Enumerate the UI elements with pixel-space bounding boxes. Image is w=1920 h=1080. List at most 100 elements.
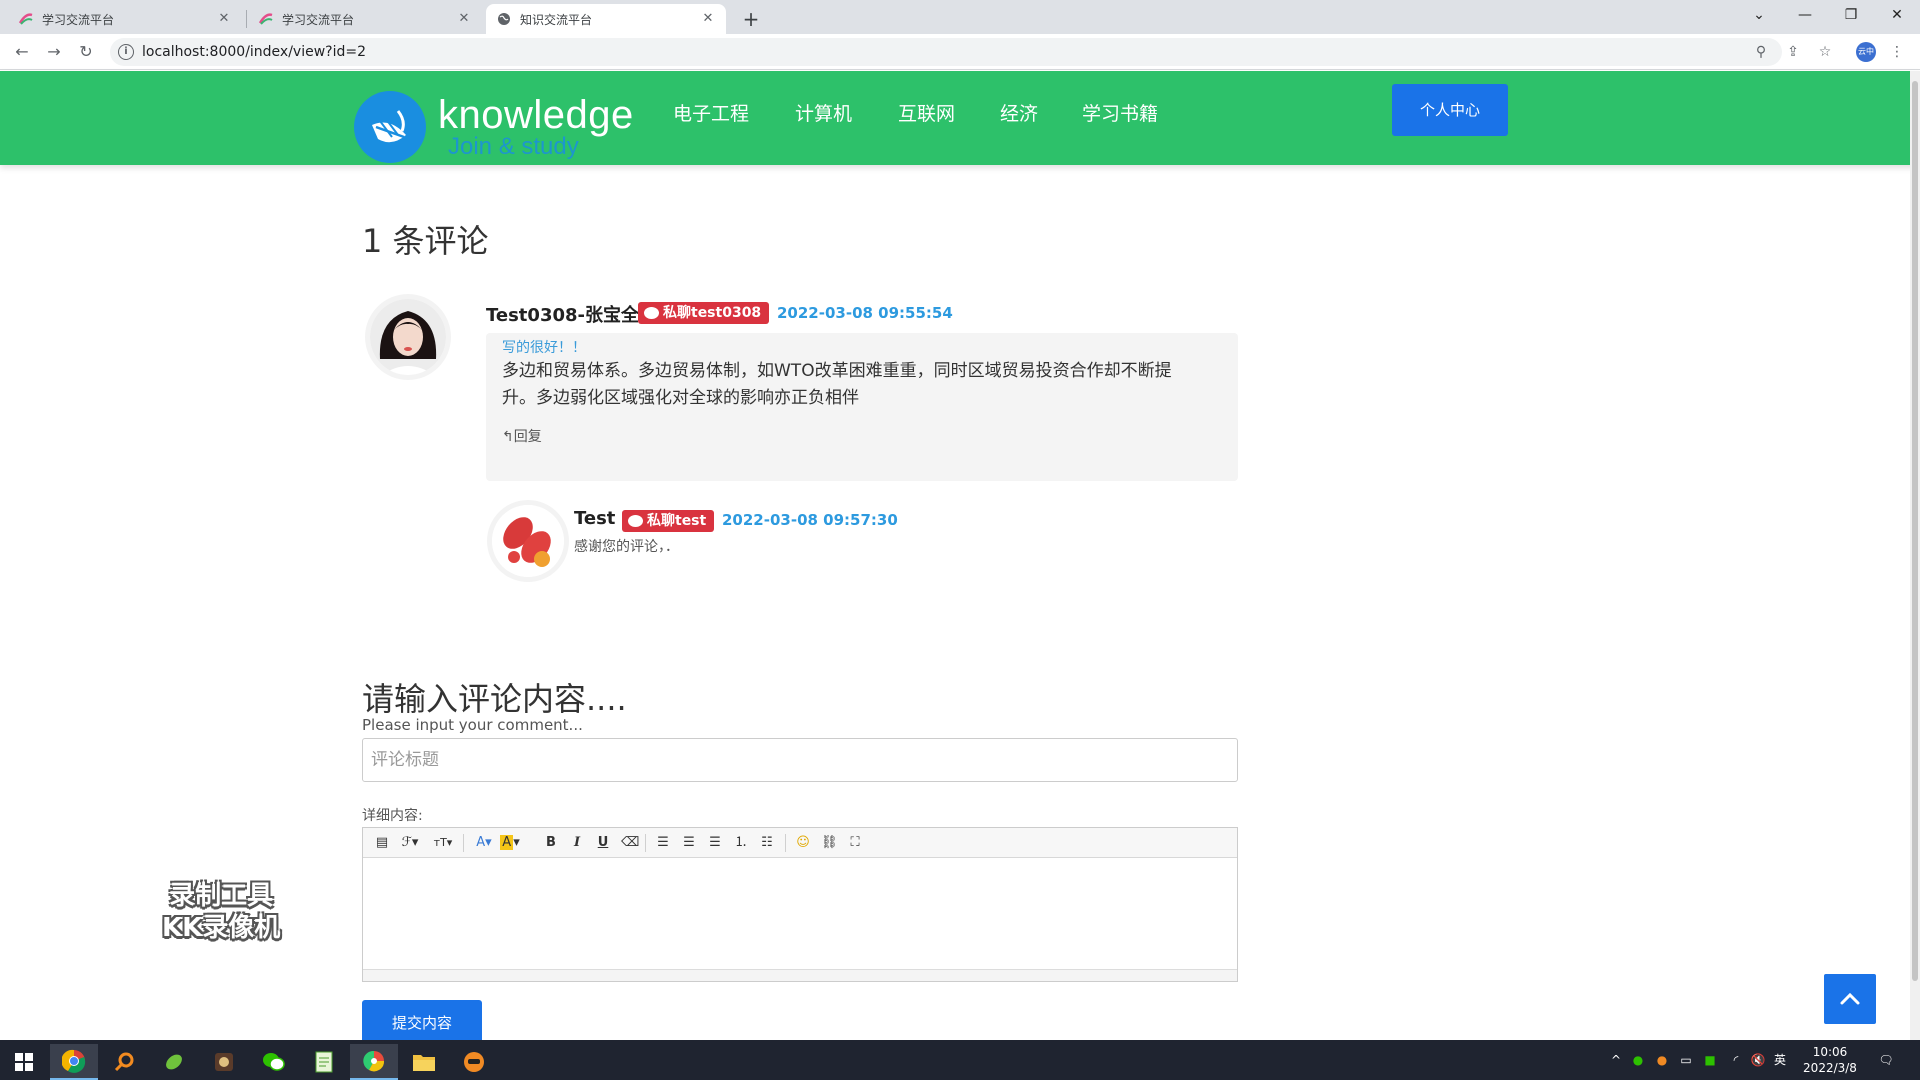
reply-button[interactable]: ↰回复: [502, 426, 542, 446]
scrollbar-thumb[interactable]: [1912, 81, 1918, 981]
browser-tabstrip: 学习交流平台 ✕ 学习交流平台 ✕ 知识交流平台 ✕ + ⌄ — ❐ ✕: [0, 0, 1920, 34]
tab-title: 学习交流平台: [282, 12, 355, 27]
close-icon[interactable]: ✕: [700, 11, 716, 27]
editor-resize-handle[interactable]: [363, 969, 1237, 981]
rich-text-editor: ▤ ℱ▾ тT▾ A▾ A ▾ B I U ⌫ ☰ ☰ ☰ ⒈ ☷ ☺ ⛓ ⛶: [362, 827, 1238, 982]
user-center-button[interactable]: 个人中心: [1392, 84, 1508, 136]
address-bar[interactable]: i localhost:8000/index/view?id=2: [110, 38, 1782, 66]
nav-item-internet[interactable]: 互联网: [898, 99, 955, 126]
comment-title: 写的很好！！: [502, 340, 586, 356]
system-clock[interactable]: 10:06 2022/3/8: [1796, 1044, 1864, 1076]
fullscreen-icon[interactable]: ⛶: [847, 833, 863, 853]
file-explorer-taskbar-icon[interactable]: [400, 1044, 448, 1080]
align-left-icon[interactable]: ☰: [655, 833, 671, 853]
reply-timestamp: 2022-03-08 09:57:30: [722, 511, 898, 529]
comment-body: 多边和贸易体系。多边贸易体制，如WTO改革困难重重，同时区域贸易投资合作却不断提…: [502, 361, 1172, 408]
comments-count-heading: 1 条评论: [362, 222, 489, 260]
logo-subtext: Join & study: [448, 133, 579, 160]
minimize-button[interactable]: —: [1782, 0, 1828, 30]
highlight-color-icon[interactable]: A ▾: [499, 833, 521, 853]
tray-wechat-icon[interactable]: ●: [1630, 1052, 1646, 1068]
avatar[interactable]: [370, 299, 446, 375]
unordered-list-icon[interactable]: ☷: [759, 833, 775, 853]
tray-app-icon[interactable]: ■: [1702, 1052, 1718, 1068]
reply-author: Test: [574, 508, 616, 529]
clock-time: 10:06: [1812, 1045, 1848, 1059]
private-message-button[interactable]: 私聊test0308: [638, 302, 770, 324]
restore-button[interactable]: ❐: [1828, 0, 1874, 30]
reply-body: 感谢您的评论，．: [574, 539, 679, 555]
eraser-icon[interactable]: ⌫: [621, 833, 639, 853]
back-arrow-icon[interactable]: ←: [10, 40, 34, 64]
new-tab-button[interactable]: +: [738, 6, 764, 32]
logo-text[interactable]: knowledge: [438, 93, 634, 138]
browser-tab-3-active[interactable]: 知识交流平台 ✕: [486, 4, 726, 34]
globe-icon: [496, 11, 512, 27]
notepad-taskbar-icon[interactable]: [300, 1044, 348, 1080]
bold-icon[interactable]: B: [543, 833, 559, 853]
recorder-taskbar-icon[interactable]: [450, 1044, 498, 1080]
close-window-button[interactable]: ✕: [1874, 0, 1920, 30]
nav-item-electronic-engineering[interactable]: 电子工程: [673, 99, 749, 126]
reply-arrow-icon: ↰: [502, 429, 514, 445]
private-message-label: 私聊test0308: [663, 305, 762, 321]
tab-search-icon[interactable]: ⌄: [1736, 0, 1782, 30]
font-family-icon[interactable]: ℱ▾: [399, 833, 421, 853]
comment-title-input[interactable]: [362, 738, 1238, 782]
app-game-taskbar-icon[interactable]: [200, 1044, 248, 1080]
back-to-top-button[interactable]: [1824, 974, 1876, 1024]
logo-leaf-icon[interactable]: [354, 91, 426, 163]
source-code-icon[interactable]: ▤: [373, 833, 391, 853]
private-message-button[interactable]: 私聊test: [622, 510, 715, 532]
browser-tab-2[interactable]: 学习交流平台 ✕: [248, 4, 482, 34]
app-colorwheel-taskbar-icon[interactable]: [350, 1044, 398, 1080]
font-size-icon[interactable]: тT▾: [431, 833, 455, 853]
chrome-taskbar-icon[interactable]: [50, 1044, 98, 1080]
tab-title: 学习交流平台: [42, 12, 115, 27]
windows-taskbar: ^ ● ● ▭ ■ ◜ 🔇 英 10:06 2022/3/8 🗨: [0, 1040, 1920, 1080]
close-icon[interactable]: ✕: [456, 11, 472, 27]
url-text[interactable]: localhost:8000/index/view?id=2: [142, 44, 366, 60]
emoji-icon[interactable]: ☺: [795, 833, 811, 853]
info-icon[interactable]: i: [118, 44, 134, 60]
windows-start-icon[interactable]: [0, 1044, 48, 1080]
page-scrollbar[interactable]: [1910, 71, 1920, 1040]
nav-item-economy[interactable]: 经济: [1000, 99, 1038, 126]
app-leaf-taskbar-icon[interactable]: [150, 1044, 198, 1080]
volume-muted-icon[interactable]: 🔇: [1750, 1052, 1766, 1068]
menu-dots-icon[interactable]: ⋮: [1886, 41, 1908, 63]
zoom-icon[interactable]: ⚲: [1750, 41, 1772, 63]
tray-expand-icon[interactable]: ^: [1608, 1052, 1624, 1068]
site-favicon-icon: [258, 11, 274, 27]
align-center-icon[interactable]: ☰: [681, 833, 697, 853]
bookmark-star-icon[interactable]: ☆: [1814, 41, 1836, 63]
share-icon[interactable]: ⇪: [1782, 41, 1804, 63]
ordered-list-icon[interactable]: ⒈: [733, 833, 749, 853]
nav-item-computer[interactable]: 计算机: [795, 99, 852, 126]
search-taskbar-icon[interactable]: [100, 1044, 148, 1080]
editor-content-area[interactable]: [363, 858, 1237, 970]
underline-icon[interactable]: U: [595, 833, 611, 853]
private-message-label: 私聊test: [647, 513, 707, 529]
browser-tab-1[interactable]: 学习交流平台 ✕: [8, 4, 242, 34]
link-icon[interactable]: ⛓: [821, 833, 838, 853]
tray-device-icon[interactable]: ▭: [1678, 1052, 1694, 1068]
nav-item-study-books[interactable]: 学习书籍: [1082, 99, 1158, 126]
forward-arrow-icon[interactable]: →: [42, 40, 66, 64]
avatar[interactable]: [492, 505, 564, 577]
italic-icon[interactable]: I: [569, 833, 585, 853]
profile-avatar[interactable]: 云中: [1856, 42, 1876, 62]
watermark-line-1: 录制工具: [169, 881, 274, 911]
input-method-indicator[interactable]: 英: [1772, 1052, 1788, 1068]
notification-icon[interactable]: 🗨: [1878, 1052, 1894, 1068]
comment-form-subheading: Please input your comment...: [362, 716, 583, 734]
align-right-icon[interactable]: ☰: [707, 833, 723, 853]
font-color-icon[interactable]: A▾: [473, 833, 495, 853]
close-icon[interactable]: ✕: [216, 11, 232, 27]
reload-icon[interactable]: ↻: [74, 40, 98, 64]
wechat-taskbar-icon[interactable]: [250, 1044, 298, 1080]
watermark-line-2: KK录像机: [162, 913, 281, 943]
network-icon[interactable]: ◜: [1728, 1052, 1744, 1068]
comment-form-heading: 请输入评论内容....: [362, 680, 627, 718]
tray-recorder-icon[interactable]: ●: [1654, 1052, 1670, 1068]
